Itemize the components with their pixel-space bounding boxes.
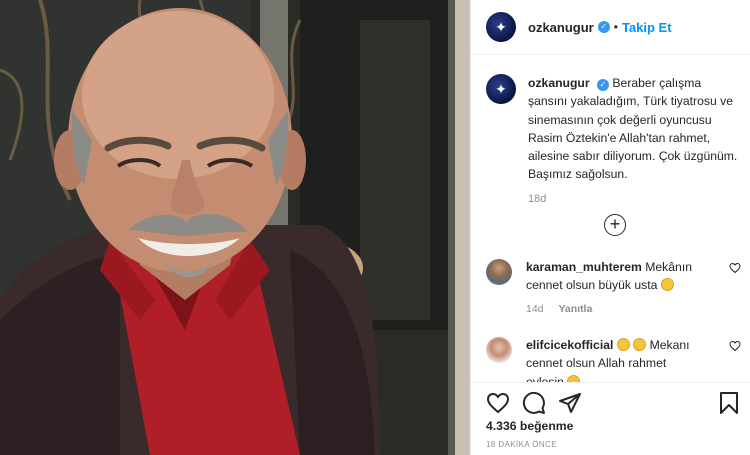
caption-text: Beraber çalışma şansını yakaladığım, Tür… bbox=[528, 76, 738, 182]
author-avatar[interactable]: ✦ bbox=[486, 12, 516, 42]
bookmark-icon[interactable] bbox=[717, 391, 741, 415]
share-icon[interactable] bbox=[558, 391, 582, 415]
reply-button[interactable]: Yanıtla bbox=[558, 303, 592, 315]
like-comment-heart-icon[interactable] bbox=[729, 262, 741, 274]
likes-count[interactable]: 4.336 beğenme bbox=[486, 419, 573, 433]
comment-item: elifcicekofficial Mekanı cennet olsun Al… bbox=[486, 336, 741, 382]
avatar-logo-icon: ✦ bbox=[495, 19, 507, 35]
like-comment-heart-icon[interactable] bbox=[729, 340, 741, 352]
sad-face-emoji-icon bbox=[633, 338, 647, 351]
post-actions: 4.336 beğenme 18 DAKİKA ÖNCE bbox=[471, 382, 750, 455]
caption-username[interactable]: ozkanugur bbox=[528, 76, 590, 90]
avatar-logo-icon: ✦ bbox=[495, 81, 507, 97]
portrait-illustration bbox=[0, 0, 470, 455]
likes-number: 4.336 bbox=[486, 419, 517, 433]
action-icons-row bbox=[486, 391, 741, 415]
sad-face-emoji-icon bbox=[616, 338, 630, 351]
follow-button[interactable]: Takip Et bbox=[622, 20, 672, 35]
header-separator: • bbox=[613, 20, 618, 34]
commenter-avatar[interactable] bbox=[486, 259, 512, 285]
comment-time: 14d bbox=[526, 302, 544, 315]
comment-text-block: elifcicekofficial Mekanı cennet olsun Al… bbox=[526, 336, 706, 382]
comment-username[interactable]: karaman_muhterem bbox=[526, 260, 642, 274]
comments-section[interactable]: ✦ ozkanugur ✓ Beraber çalışma şansını ya… bbox=[471, 56, 750, 382]
instagram-post: ✦ ozkanugur ✓ • Takip Et ✦ ozkanugur ✓ B… bbox=[0, 0, 750, 455]
comment-username[interactable]: elifcicekofficial bbox=[526, 338, 613, 352]
caption-author-avatar[interactable]: ✦ bbox=[486, 74, 516, 104]
caption-time: 18d bbox=[528, 192, 547, 205]
post-caption: ✦ ozkanugur ✓ Beraber çalışma şansını ya… bbox=[486, 74, 741, 205]
post-photo[interactable] bbox=[0, 0, 470, 455]
likes-label: beğenme bbox=[519, 419, 574, 433]
comment-meta: 14d Yanıtla bbox=[526, 303, 706, 315]
post-header: ✦ ozkanugur ✓ • Takip Et bbox=[471, 0, 750, 55]
comment-icon[interactable] bbox=[522, 391, 546, 415]
comment-item: karaman_muhterem Mekânın cennet olsun bü… bbox=[486, 258, 741, 315]
verified-badge-icon: ✓ bbox=[597, 21, 610, 33]
praying-hands-emoji-icon bbox=[567, 374, 581, 382]
caption-text-block: ozkanugur ✓ Beraber çalışma şansını yaka… bbox=[528, 74, 738, 184]
load-more-comments-button[interactable]: + bbox=[604, 214, 626, 236]
commenter-avatar[interactable] bbox=[486, 337, 512, 363]
heart-icon[interactable] bbox=[486, 391, 510, 415]
author-username[interactable]: ozkanugur bbox=[528, 20, 594, 35]
posted-time: 18 DAKİKA ÖNCE bbox=[486, 440, 557, 449]
comment-text-block: karaman_muhterem Mekânın cennet olsun bü… bbox=[526, 258, 706, 295]
sad-face-emoji-icon bbox=[660, 278, 674, 292]
post-side-panel: ✦ ozkanugur ✓ • Takip Et ✦ ozkanugur ✓ B… bbox=[470, 0, 750, 455]
verified-badge-icon: ✓ bbox=[597, 79, 610, 91]
